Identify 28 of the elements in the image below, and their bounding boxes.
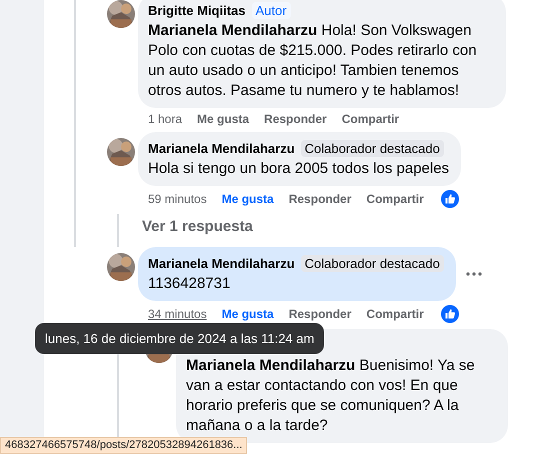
reply-link[interactable]: Responder — [288, 192, 352, 206]
author-name[interactable]: Marianela Mendilaharzu — [148, 256, 295, 270]
share-link[interactable]: Compartir — [366, 307, 424, 321]
comment-text: Marianela Mendilaharzu Hola! Son Volkswagen Polo con cuotas de $215.000. Podes retirarlo con un auto usado o un anticipo! Tambien tenemos otros autos. Pasame tu numero y te hablamos! — [148, 21, 478, 101]
author-name[interactable]: Marianela Mendilaharzu — [148, 140, 295, 156]
status-bar-url: 468327466575748/posts/27820532894261836... — [0, 437, 248, 454]
reply-link[interactable]: Responder — [264, 112, 327, 126]
view-replies-link[interactable]: Ver 1 respuesta — [142, 214, 534, 247]
author-name[interactable]: Brigitte Miqiitas — [148, 2, 246, 18]
more-icon[interactable] — [466, 272, 482, 276]
like-link[interactable]: Me gusta — [197, 112, 250, 126]
comment-text: Marianela Mendilaharzu Buenisimo! Ya se van a estar contactando con vos! En que horario preferis que se comuniquen? A la mañana o a la tarde? — [186, 356, 476, 436]
comment-text: Hola si tengo un bora 2005 todos los papeles — [148, 159, 450, 179]
like-link[interactable]: Me gusta — [222, 307, 274, 321]
like-link[interactable]: Me gusta — [222, 192, 274, 206]
author-badge: Colaborador destacado — [300, 140, 444, 156]
date-tooltip: lunes, 16 de diciembre de 2024 a las 11:24 am — [35, 323, 324, 354]
comment-time[interactable]: 59 minutos — [148, 192, 207, 206]
thumbs-up-icon[interactable] — [440, 305, 459, 323]
author-badge: Colaborador destacado — [300, 254, 444, 272]
thumbs-up-icon[interactable] — [440, 190, 459, 208]
comment-time[interactable]: 34 minutos — [148, 307, 207, 321]
comment-time[interactable]: 1 hora — [148, 112, 182, 126]
share-link[interactable]: Compartir — [342, 112, 400, 126]
share-link[interactable]: Compartir — [366, 192, 424, 206]
reply-link[interactable]: Responder — [288, 307, 352, 321]
comment-text: 1136428731 — [148, 274, 232, 294]
author-badge: Autor — [252, 2, 291, 18]
